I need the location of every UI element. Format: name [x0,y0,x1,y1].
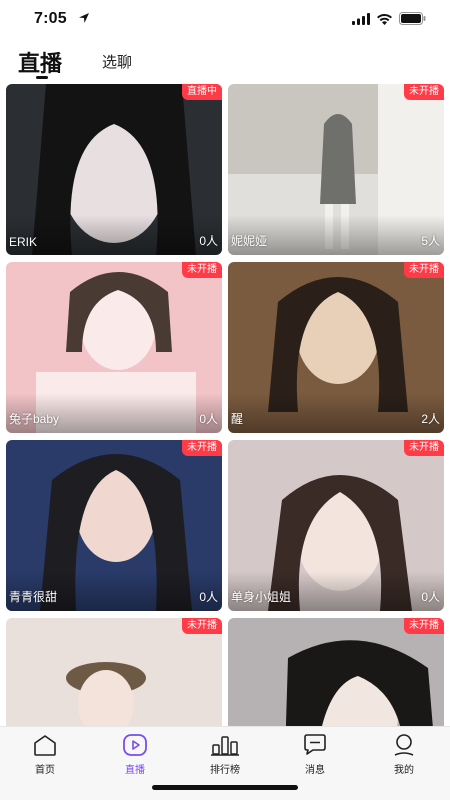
status-badge: 未开播 [404,84,444,100]
wifi-icon [377,13,392,25]
streamer-name: 单身小姐姐 [231,590,292,604]
streamer-card[interactable]: 未开播 兔子baby 0人 [6,262,222,433]
message-icon [304,734,326,755]
nav-label: 排行榜 [210,765,240,776]
header-tabs: 直播 选聊 [0,40,450,82]
nav-label: 直播 [125,765,145,776]
streamer-card[interactable]: 未开播 醒 2人 [228,262,444,433]
nav-item-ranking[interactable]: 排行榜 [195,733,255,783]
card-shade [6,215,222,255]
viewer-count: 0人 [421,590,440,604]
streamer-name: 兔子baby [9,412,60,426]
status-badge: 直播中 [182,84,222,100]
tab-chat[interactable]: 选聊 [102,51,132,72]
home-icon [34,735,56,756]
status-bar: 7:05 [0,0,450,40]
streamer-card[interactable]: 未开播 [228,618,444,726]
streamer-name: ERIK [9,235,38,249]
streamer-grid: 直播中 ERIK 0人 未开播 妮妮娅 5人 未开播 兔子baby 0人 未开播… [6,84,444,726]
status-badge: 未开播 [182,262,222,278]
streamer-name: 青青很甜 [9,590,58,604]
tab-live[interactable]: 直播 [18,46,62,78]
streamer-card[interactable]: 未开播 青青很甜 0人 [6,440,222,611]
viewer-count: 2人 [421,412,440,426]
streamer-card[interactable]: 未开播 [6,618,222,726]
viewer-count: 0人 [199,590,218,604]
nav-label: 我的 [394,765,414,776]
nav-item-home[interactable]: 首页 [15,733,75,783]
viewer-count: 0人 [199,234,218,248]
card-shade [228,393,444,433]
nav-item-live[interactable]: 直播 [105,733,165,783]
profile-icon [394,734,414,756]
streamer-card[interactable]: 未开播 单身小姐姐 0人 [228,440,444,611]
status-badge: 未开播 [404,262,444,278]
streamer-name: 妮妮娅 [231,234,268,248]
nav-label: 消息 [305,765,325,776]
live-play-icon [123,734,147,756]
status-badge: 未开播 [404,618,444,634]
status-time: 7:05 [34,10,67,27]
status-badge: 未开播 [182,618,222,634]
home-indicator [152,785,298,790]
streamer-photo [228,618,444,726]
nav-label: 首页 [35,765,55,776]
nav-item-messages[interactable]: 消息 [285,733,345,783]
streamer-photo [6,618,222,726]
status-badge: 未开播 [182,440,222,456]
ranking-icon [211,736,239,756]
status-icons [352,12,426,25]
streamer-name: 醒 [231,412,244,426]
viewer-count: 5人 [421,234,440,248]
streamer-card[interactable]: 未开播 妮妮娅 5人 [228,84,444,255]
viewer-count: 0人 [199,412,218,426]
battery-icon [399,12,426,25]
signal-icon [352,12,370,25]
active-tab-indicator [36,76,48,79]
streamer-card[interactable]: 直播中 ERIK 0人 [6,84,222,255]
nav-item-profile[interactable]: 我的 [374,733,434,783]
status-badge: 未开播 [404,440,444,456]
location-arrow-icon [79,13,89,23]
